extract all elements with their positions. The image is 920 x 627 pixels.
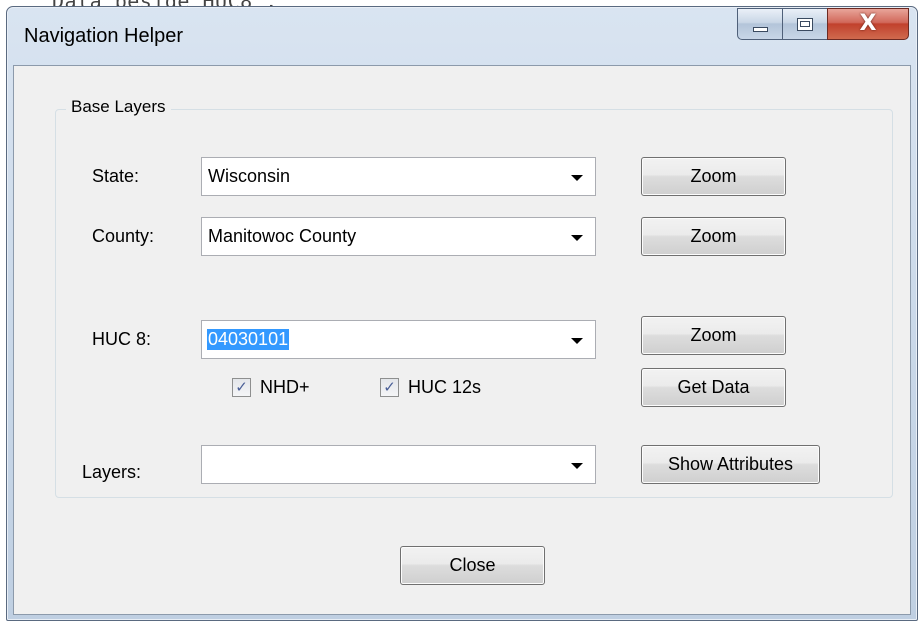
checkmark-icon: ✓ <box>383 378 396 396</box>
dropdown-arrow-icon[interactable] <box>571 463 583 469</box>
maximize-button[interactable] <box>782 8 827 40</box>
nhd-checkbox[interactable]: ✓ NHD+ <box>232 377 310 398</box>
show-attributes-button[interactable]: Show Attributes <box>641 445 820 484</box>
state-dropdown[interactable]: Wisconsin <box>201 157 596 196</box>
base-layers-label: Base Layers <box>66 97 171 117</box>
dropdown-arrow-icon[interactable] <box>571 338 583 344</box>
county-zoom-button[interactable]: Zoom <box>641 217 786 256</box>
dropdown-arrow-icon[interactable] <box>571 175 583 181</box>
checkmark-icon: ✓ <box>235 378 248 396</box>
county-value: Manitowoc County <box>208 226 357 246</box>
layers-dropdown[interactable] <box>201 445 596 484</box>
huc12-checkbox-label: HUC 12s <box>408 377 482 397</box>
huc8-zoom-button[interactable]: Zoom <box>641 316 786 355</box>
county-dropdown[interactable]: Manitowoc County <box>201 217 596 256</box>
huc12-checkbox[interactable]: ✓ HUC 12s <box>380 377 481 398</box>
caption-buttons: X <box>737 8 909 44</box>
state-zoom-button[interactable]: Zoom <box>641 157 786 196</box>
huc8-label: HUC 8: <box>92 329 152 349</box>
close-window-button[interactable]: X <box>827 8 909 40</box>
title-bar[interactable]: Navigation Helper X <box>7 7 917 65</box>
navigation-helper-window: Navigation Helper X Base Layers State: W… <box>6 6 918 621</box>
nhd-checkbox-label: NHD+ <box>260 377 310 397</box>
huc8-dropdown[interactable]: 04030101 <box>201 320 596 359</box>
get-data-button[interactable]: Get Data <box>641 368 786 407</box>
maximize-icon <box>797 17 813 31</box>
huc8-value[interactable]: 04030101 <box>207 329 290 350</box>
close-button[interactable]: Close <box>400 546 545 585</box>
state-label: State: <box>92 166 140 186</box>
window-title: Navigation Helper <box>24 25 183 47</box>
huc12-checkbox-box[interactable]: ✓ <box>380 378 399 397</box>
state-value: Wisconsin <box>208 166 291 186</box>
county-label: County: <box>92 226 155 246</box>
minimize-icon <box>752 26 768 32</box>
minimize-button[interactable] <box>737 8 782 40</box>
layers-label: Layers: <box>82 462 142 482</box>
dialog-client-area: Base Layers State: Wisconsin Zoom County… <box>13 65 911 615</box>
nhd-checkbox-box[interactable]: ✓ <box>232 378 251 397</box>
dropdown-arrow-icon[interactable] <box>571 235 583 241</box>
close-icon: X <box>859 11 877 36</box>
